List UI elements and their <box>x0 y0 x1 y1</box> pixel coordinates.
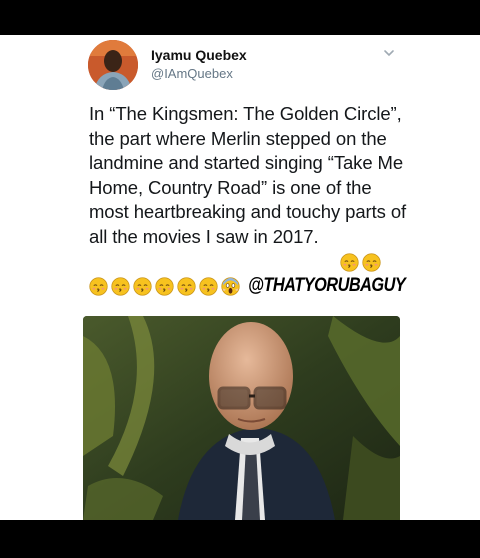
avatar[interactable] <box>88 40 138 90</box>
emoji-row: @THATYORUBAGUY <box>89 275 431 297</box>
kissing-face-closed-eyes-emoji <box>111 276 130 296</box>
tweet-card: Iyamu Quebex @IAmQuebex In “The Kingsmen… <box>0 35 480 520</box>
inline-emoji-group <box>340 253 384 272</box>
bottom-letterbox <box>0 520 480 558</box>
user-handle[interactable]: @IAmQuebex <box>151 66 233 81</box>
kissing-face-closed-eyes-emoji <box>199 276 218 296</box>
watermark-text: @THATYORUBAGUY <box>248 275 406 296</box>
top-letterbox <box>0 0 480 35</box>
kissing-face-closed-eyes-emoji <box>133 276 152 296</box>
kissing-face-closed-eyes-emoji <box>89 276 108 296</box>
display-name[interactable]: Iyamu Quebex <box>151 47 247 63</box>
tweet-text: In “The Kingsmen: The Golden Circle”, th… <box>89 103 407 247</box>
kissing-face-closed-eyes-emoji <box>340 253 359 272</box>
kissing-face-closed-eyes-emoji <box>155 276 174 296</box>
tweet-media-image[interactable] <box>83 316 400 520</box>
kissing-face-closed-eyes-emoji <box>177 276 196 296</box>
avatar-image <box>88 40 138 90</box>
face-screaming-in-fear-emoji <box>221 276 240 296</box>
chevron-down-icon[interactable] <box>382 46 396 60</box>
kissing-face-closed-eyes-emoji <box>362 253 381 272</box>
media-photo <box>83 316 400 520</box>
